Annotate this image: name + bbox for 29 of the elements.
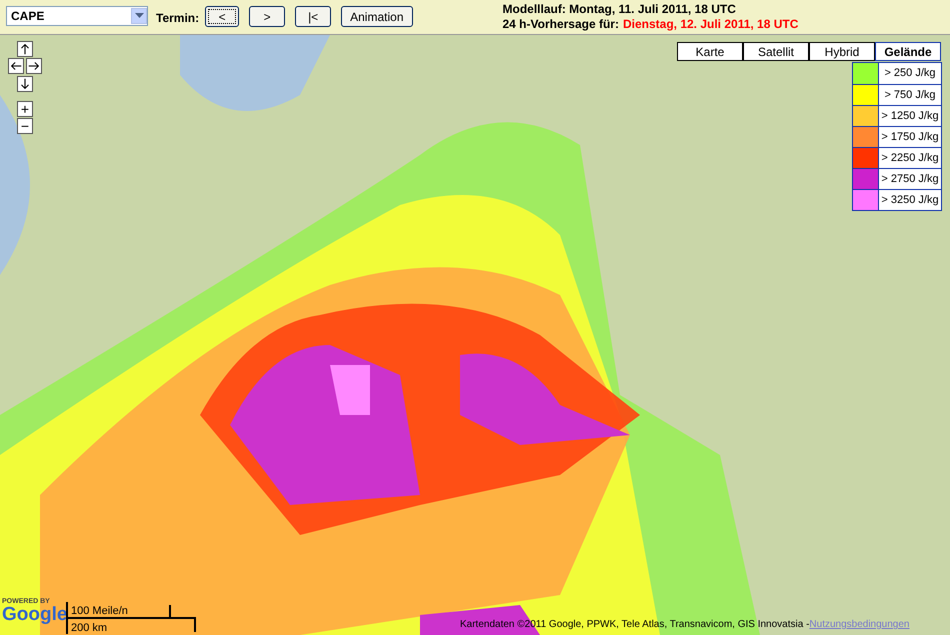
map-type-button[interactable]: Hybrid [809,42,875,61]
map-type-button[interactable]: Gelände [875,42,941,61]
legend-label: > 2250 J/kg [880,150,940,166]
parameter-select[interactable]: CAPE [6,6,148,26]
legend-label: > 1750 J/kg [880,130,940,145]
toolbar-button[interactable]: < [205,6,240,27]
scale-km-label: 200 km [71,621,108,635]
toolbar-button[interactable]: Animation [341,6,412,27]
termin-label: Termin: [156,10,200,27]
zoom-out-button[interactable]: − [17,118,33,134]
scale-miles-label: 100 Meile/n [71,604,128,619]
pan-left-button[interactable] [8,58,24,74]
map-type-button[interactable]: Satellit [743,42,809,61]
pan-down-button[interactable] [17,76,33,92]
pan-up-button[interactable] [17,41,33,57]
toolbar-button[interactable]: |< [295,6,332,27]
forecast-label: 24 h-Vorhersage für: [502,17,619,32]
map-type-button[interactable]: Karte [677,42,743,61]
legend-label: > 3250 J/kg [880,192,940,208]
zoom-in-button[interactable]: + [17,101,33,117]
model-run-text: Modelllauf: Montag, 11. Juli 2011, 18 UTC [502,2,737,17]
legend-label: > 1250 J/kg [880,108,940,124]
google-logo[interactable]: Google [2,605,68,624]
pan-right-button[interactable] [26,58,42,74]
legend-label: > 750 J/kg [883,88,937,103]
legend-label: > 2750 J/kg [880,172,940,187]
legend-label: > 250 J/kg [883,66,937,82]
toolbar-button[interactable]: > [249,6,286,27]
forecast-time: Dienstag, 12. Juli 2011, 18 UTC [622,17,798,32]
